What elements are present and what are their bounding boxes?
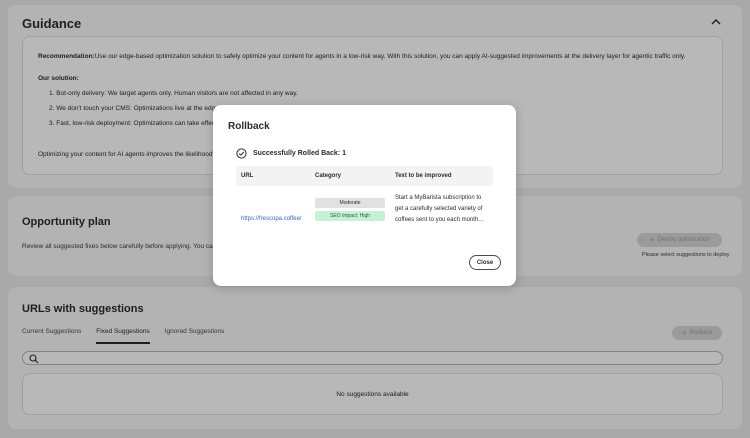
check-circle-icon (236, 148, 247, 159)
column-url: URL (241, 173, 254, 179)
seo-impact-badge: SEO Impact: High (315, 211, 385, 221)
column-text: Text to be improved (395, 173, 452, 179)
rollback-dialog: Rollback Successfully Rolled Back: 1 URL… (213, 105, 516, 286)
close-button[interactable]: Close (469, 255, 501, 270)
text-line: Start a MyBarista subscription to (395, 195, 482, 201)
text-line: get a carefully selected variety of (395, 206, 483, 212)
table-header: URL Category Text to be improved (236, 166, 493, 186)
table-row: https://frescopa.coffee/ (241, 207, 302, 225)
text-to-improve: Start a MyBarista subscription to get a … (395, 193, 490, 226)
dialog-title: Rollback (228, 121, 270, 132)
column-category: Category (315, 173, 342, 179)
category-badge: Moderate (315, 198, 385, 208)
rollback-status: Successfully Rolled Back: 1 (236, 148, 346, 159)
status-text: Successfully Rolled Back: 1 (253, 150, 346, 157)
url-link[interactable]: https://frescopa.coffee/ (241, 216, 302, 222)
text-line: coffees sent to you each month... (395, 217, 484, 223)
